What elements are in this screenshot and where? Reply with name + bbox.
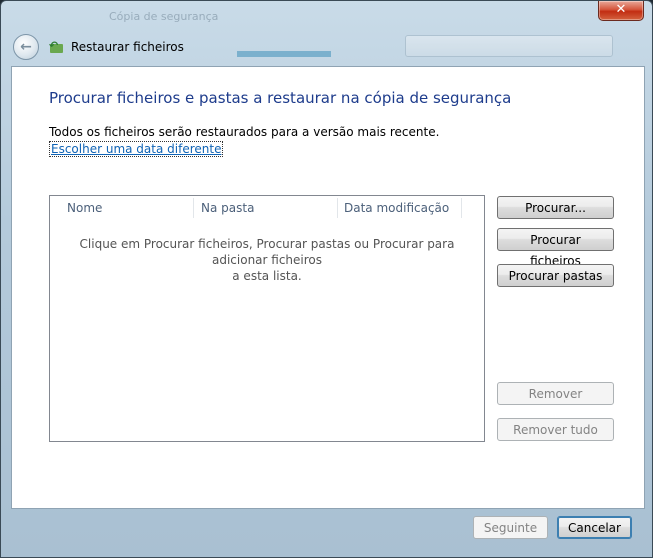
cancel-button[interactable]: Cancelar: [557, 516, 632, 539]
close-icon: ✕: [615, 2, 627, 17]
restore-files-icon: ↶: [49, 39, 65, 55]
empty-list-message: Clique em Procurar ficheiros, Procurar p…: [79, 237, 455, 283]
remove-all-button[interactable]: Remover tudo: [497, 418, 614, 441]
list-header: Nome Na pasta Data modificação: [50, 196, 484, 220]
restore-files-window: Cópia de segurança ✕ ← ↶ Restaurar fiche…: [0, 0, 653, 558]
browse-folders-button[interactable]: Procurar pastas: [497, 264, 614, 287]
column-header-folder[interactable]: Na pasta: [184, 196, 328, 220]
info-text: Todos os ficheiros serão restaurados par…: [49, 125, 440, 139]
content-panel: Procurar ficheiros e pastas a restaurar …: [11, 66, 645, 509]
remove-button[interactable]: Remover: [497, 382, 614, 405]
column-header-modified[interactable]: Data modificação: [327, 196, 461, 220]
background-button: [405, 35, 613, 57]
back-arrow-icon: ←: [20, 39, 32, 55]
next-button[interactable]: Seguinte: [473, 516, 548, 539]
choose-different-date-link[interactable]: Escolher uma data diferente: [49, 141, 224, 157]
files-list[interactable]: Nome Na pasta Data modificação Clique em…: [49, 195, 485, 442]
close-button[interactable]: ✕: [598, 1, 644, 21]
page-title: Procurar ficheiros e pastas a restaurar …: [49, 89, 512, 107]
column-header-name[interactable]: Nome: [50, 196, 193, 220]
background-progress-bar: [237, 51, 331, 57]
back-button[interactable]: ←: [13, 34, 39, 60]
navigation-bar: ← ↶ Restaurar ficheiros: [13, 34, 184, 60]
nav-title: Restaurar ficheiros: [71, 40, 184, 54]
browse-files-button[interactable]: Procurar ficheiros: [497, 228, 614, 268]
background-window-title: Cópia de segurança: [109, 10, 219, 23]
browse-button[interactable]: Procurar...: [497, 196, 614, 219]
